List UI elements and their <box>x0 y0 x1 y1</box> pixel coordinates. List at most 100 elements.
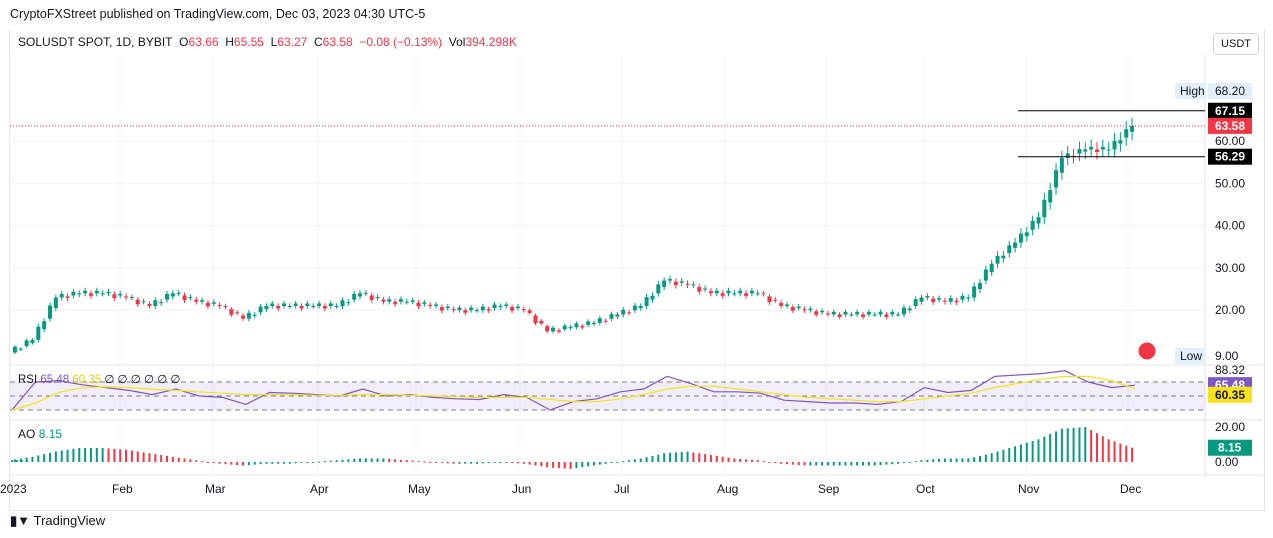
ao-bar <box>119 449 122 462</box>
price-chart[interactable]: 67.15 56.29 63.58 20.00 30.00 40.00 50.00 60.00… <box>0 0 1273 538</box>
ao-bar <box>218 462 221 464</box>
candle <box>901 307 906 315</box>
ao-bar <box>347 459 350 462</box>
ao-bar <box>938 458 941 462</box>
ao-bar <box>224 462 227 465</box>
candle <box>755 293 760 295</box>
candle <box>235 312 240 314</box>
ao-bar <box>242 462 245 466</box>
ao-bar <box>16 460 18 462</box>
candle <box>293 303 298 306</box>
ao-bar <box>335 460 338 462</box>
ao-bar <box>125 449 128 462</box>
ao-bar <box>563 462 566 469</box>
ao-bar <box>686 451 689 462</box>
ao-bar <box>1014 446 1017 462</box>
ao-bar <box>66 449 69 462</box>
candle <box>1001 255 1006 259</box>
ao-bar <box>364 458 367 462</box>
candle <box>820 310 825 313</box>
candle <box>387 299 392 302</box>
ao-bar <box>996 451 999 462</box>
ao-bar <box>867 462 870 466</box>
ao-bar <box>592 462 595 466</box>
candle <box>118 293 123 296</box>
candle <box>732 293 737 295</box>
ao-bar <box>189 459 192 462</box>
ao-bar <box>493 462 496 463</box>
candle <box>422 302 427 304</box>
candle <box>492 304 497 309</box>
candle <box>1007 245 1012 254</box>
candle <box>346 302 351 304</box>
candle <box>790 307 795 311</box>
candle <box>1059 157 1064 173</box>
candle <box>404 301 409 303</box>
ao-bar <box>107 448 110 462</box>
ao-bar <box>113 448 116 462</box>
ao-bar <box>11 460 13 462</box>
candle <box>603 320 608 322</box>
ao-bar <box>704 454 707 462</box>
ao-bar <box>212 462 215 463</box>
ao-bar <box>610 462 613 463</box>
x-tick-label: Aug <box>717 482 738 496</box>
ao-bar <box>803 462 806 466</box>
candle <box>1036 217 1041 224</box>
ao-bar <box>429 462 432 463</box>
ao-bar <box>645 457 648 462</box>
candle <box>966 297 971 299</box>
ao-bar <box>961 458 964 462</box>
ao-bar <box>838 462 841 466</box>
candle <box>668 279 673 281</box>
candle <box>866 311 871 315</box>
candle <box>264 305 269 310</box>
candle <box>381 299 386 302</box>
candle <box>796 306 801 309</box>
ao-bar <box>885 462 888 465</box>
ao-title: AO <box>18 427 36 441</box>
candle <box>1124 129 1129 138</box>
ao-bar <box>300 462 303 463</box>
x-tick-label: Sep <box>818 482 840 496</box>
candle <box>188 297 193 299</box>
y-tick-label: 20.00 <box>1215 303 1245 317</box>
candle <box>650 295 655 300</box>
candle <box>24 340 29 347</box>
candle <box>995 255 1000 264</box>
candle <box>861 314 866 317</box>
y-tick-label: 30.00 <box>1215 261 1245 275</box>
candle <box>200 300 205 302</box>
ao-bar <box>1043 436 1046 462</box>
ao-bar <box>756 460 759 462</box>
ao-bar <box>306 462 309 463</box>
candle <box>252 314 257 316</box>
ao-bar <box>177 457 180 462</box>
candle <box>135 299 140 305</box>
x-tick-label: Jul <box>614 482 629 496</box>
ao-bar <box>376 458 379 462</box>
ao-bar <box>557 462 560 469</box>
candle <box>375 297 380 299</box>
candle <box>556 330 561 332</box>
candle <box>784 304 789 306</box>
ao-value-tag-label: 8.15 <box>1218 441 1242 455</box>
candle <box>831 311 836 315</box>
ao-bar <box>674 452 677 462</box>
ao-bar <box>709 455 712 462</box>
ao-bar <box>148 453 151 462</box>
ao-bar <box>856 462 859 466</box>
candle <box>937 298 942 300</box>
ao-bar <box>89 448 92 462</box>
candle <box>802 309 807 311</box>
ao-bar <box>973 457 976 462</box>
ao-bar <box>639 458 642 462</box>
ao-bar <box>1066 428 1069 462</box>
candle <box>515 306 520 309</box>
ao-bar <box>575 462 578 469</box>
candle <box>147 303 152 306</box>
ao-bar <box>528 462 531 465</box>
ao-bar <box>505 462 508 463</box>
rsi-value-tag-label: 60.35 <box>1215 388 1245 402</box>
candle <box>978 283 983 290</box>
